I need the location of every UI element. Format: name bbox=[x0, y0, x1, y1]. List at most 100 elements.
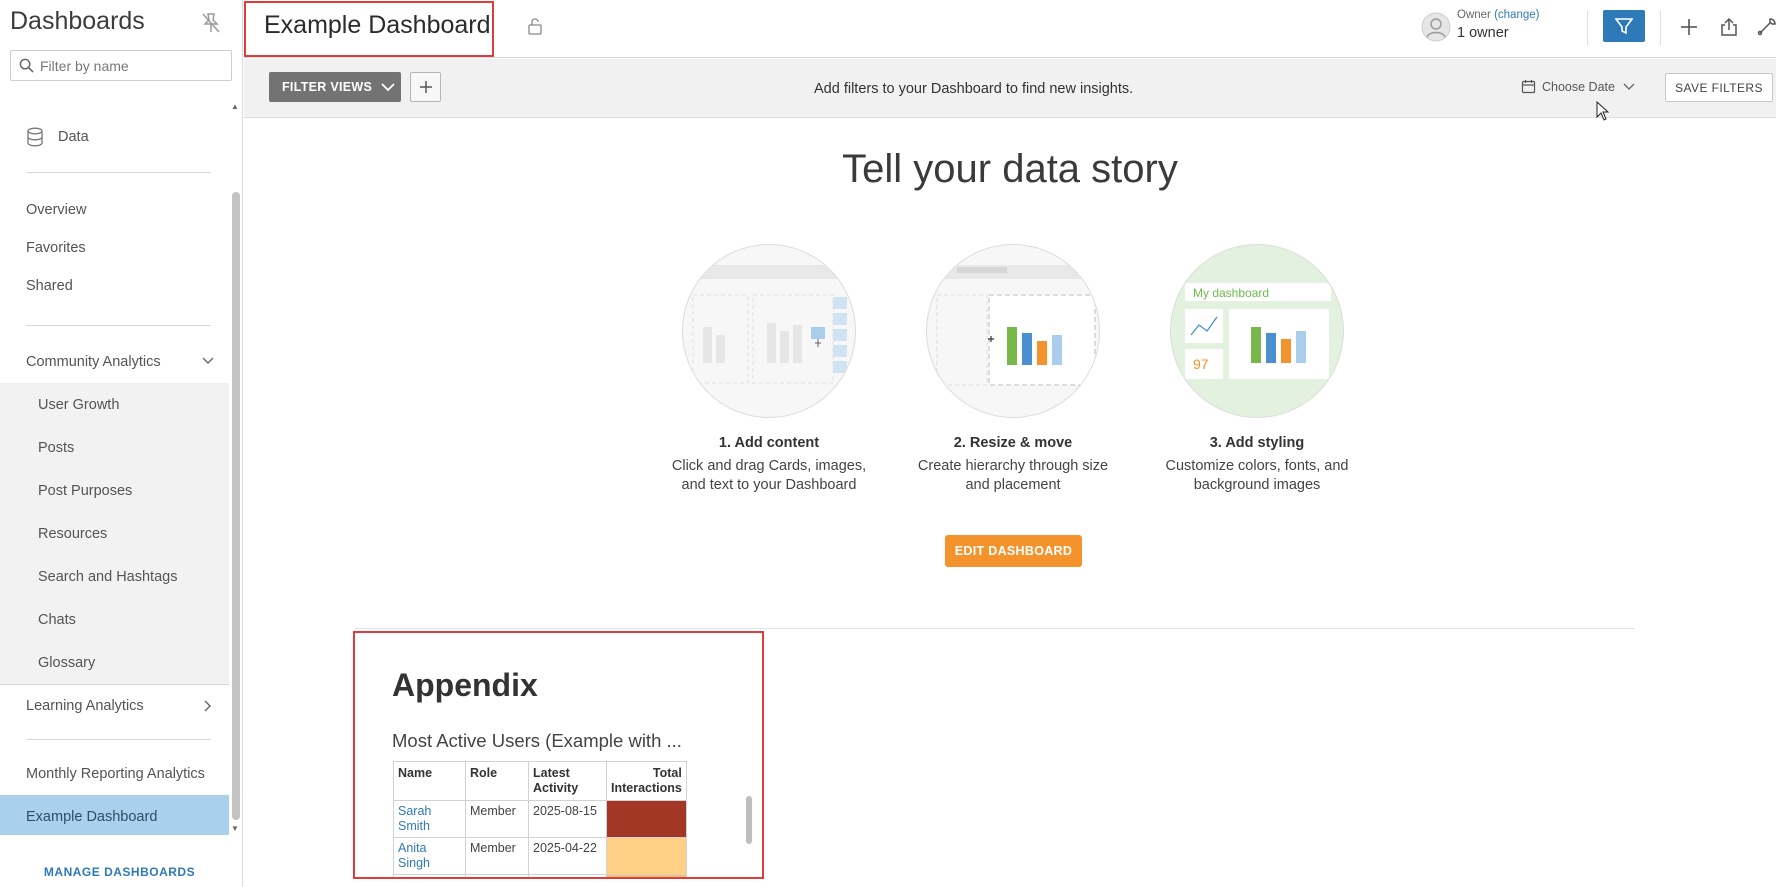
unpin-icon[interactable] bbox=[199, 11, 223, 35]
plus-icon bbox=[419, 81, 432, 93]
sidebar-item-favorites[interactable]: Favorites bbox=[0, 226, 229, 269]
step-description-line: and text to your Dashboard bbox=[681, 477, 857, 493]
most-active-users-table: Name Role Latest Activity Total Interact… bbox=[393, 761, 687, 877]
sidebar-item-search-and-hashtags[interactable]: Search and Hashtags bbox=[0, 555, 229, 598]
chevron-down-icon[interactable] bbox=[201, 354, 215, 368]
sidebar-divider bbox=[26, 325, 211, 326]
step-description-line: background images bbox=[1193, 477, 1321, 493]
chevron-right-icon[interactable] bbox=[201, 699, 215, 713]
dashboard-list: Data Overview Favorites Shared Community… bbox=[0, 100, 229, 835]
sidebar-item-example-dashboard[interactable]: Example Dashboard bbox=[0, 795, 229, 835]
edit-dashboard-button[interactable]: EDIT DASHBOARD bbox=[945, 535, 1082, 567]
sidebar-item-shared[interactable]: Shared bbox=[0, 264, 229, 307]
resize-move-illustration bbox=[926, 244, 1100, 418]
sidebar-item-chats[interactable]: Chats bbox=[0, 598, 229, 641]
column-header[interactable]: Latest Activity bbox=[528, 761, 607, 801]
scroll-up-arrow-icon[interactable]: ▲ bbox=[231, 102, 239, 111]
user-name-link[interactable]: Sarah Smith bbox=[393, 800, 466, 838]
section-divider bbox=[355, 628, 1635, 629]
step-title: 1. Add content bbox=[718, 435, 820, 451]
sidebar-item-label: Search and Hashtags bbox=[38, 568, 178, 585]
calendar-icon bbox=[1521, 80, 1536, 94]
column-header[interactable]: Role bbox=[465, 761, 529, 801]
sidebar-item-label: Posts bbox=[38, 439, 75, 456]
filter-views-button[interactable]: FILTER VIEWS bbox=[269, 72, 401, 102]
step-title: 2. Resize & move bbox=[953, 435, 1073, 451]
save-filters-button[interactable]: SAVE FILTERS bbox=[1665, 73, 1773, 102]
user-role: Member bbox=[465, 837, 529, 875]
sidebar-item-community-analytics[interactable]: Community Analytics bbox=[0, 340, 229, 383]
step-description: Click and drag Cards, images, and text t… bbox=[664, 457, 874, 495]
appendix-card[interactable]: Appendix Most Active Users (Example with… bbox=[353, 631, 764, 879]
owner-change-link[interactable]: (change) bbox=[1494, 9, 1539, 21]
card-title[interactable]: Most Active Users (Example with ... bbox=[392, 730, 682, 752]
filter-bar: FILTER VIEWS Add filters to your Dashboa… bbox=[244, 59, 1776, 118]
add-filter-button[interactable] bbox=[410, 72, 441, 102]
step-description-line: Create hierarchy through size bbox=[917, 458, 1109, 474]
total-interactions-heat-cell bbox=[606, 800, 687, 838]
chevron-down-icon bbox=[381, 83, 395, 92]
user-role: Member bbox=[465, 874, 529, 877]
page-title[interactable]: Example Dashboard bbox=[264, 11, 491, 40]
filter-funnel-icon bbox=[1614, 18, 1634, 35]
table-row[interactable]: Saul KwabboldMember2025-05-01 bbox=[393, 874, 687, 877]
step-description-line: Customize colors, fonts, and bbox=[1165, 458, 1349, 474]
sidebar-item-posts[interactable]: Posts bbox=[0, 426, 229, 469]
table-scrollbar-thumb[interactable] bbox=[746, 796, 752, 844]
filter-by-name-input[interactable] bbox=[40, 57, 220, 74]
filter-views-label: FILTER VIEWS bbox=[282, 80, 373, 94]
add-icon[interactable] bbox=[1678, 16, 1700, 38]
owner-count[interactable]: 1 owner bbox=[1457, 25, 1509, 41]
latest-activity: 2025-04-22 bbox=[528, 837, 607, 875]
sidebar-item-post-purposes[interactable]: Post Purposes bbox=[0, 469, 229, 512]
sidebar-item-resources[interactable]: Resources bbox=[0, 512, 229, 555]
sidebar-divider bbox=[26, 172, 211, 173]
my-dashboard-label: My dashboard bbox=[1193, 286, 1269, 300]
choose-date-dropdown[interactable]: Choose Date bbox=[1521, 79, 1635, 94]
column-header[interactable]: Name bbox=[393, 761, 466, 801]
sidebar-item-learning-analytics[interactable]: Learning Analytics bbox=[0, 684, 229, 727]
sidebar-item-label: Monthly Reporting Analytics bbox=[26, 765, 205, 782]
scroll-down-arrow-icon[interactable]: ▼ bbox=[231, 824, 239, 833]
owner-avatar-icon bbox=[1421, 12, 1451, 42]
column-header[interactable]: Total Interactions bbox=[606, 761, 687, 801]
table-row[interactable]: Sarah Smith Member 2025-08-15 bbox=[393, 800, 687, 838]
appendix-title: Appendix bbox=[392, 667, 538, 703]
dashboard-header: Example Dashboard Owner (change) 1 owner bbox=[244, 0, 1776, 58]
add-styling-illustration: My dashboard 97 bbox=[1170, 244, 1344, 418]
add-content-illustration bbox=[682, 244, 856, 418]
share-icon[interactable] bbox=[1718, 16, 1740, 38]
sidebar-item-monthly-reporting-analytics[interactable]: Monthly Reporting Analytics bbox=[0, 752, 229, 795]
header-divider bbox=[1587, 11, 1588, 45]
step-description: Create hierarchy through size and placem… bbox=[908, 457, 1118, 495]
user-role: Member bbox=[465, 800, 529, 838]
sidebar-item-label: Community Analytics bbox=[26, 353, 161, 370]
sidebar-divider bbox=[26, 739, 211, 740]
sidebar-item-label: Data bbox=[58, 128, 89, 145]
step-description-line: Click and drag Cards, images, bbox=[671, 458, 867, 474]
table-row[interactable]: Anita Singh Member 2025-04-22 bbox=[393, 837, 687, 875]
sidebar-item-user-growth[interactable]: User Growth bbox=[0, 383, 229, 426]
sidebar-item-label: Chats bbox=[38, 611, 76, 628]
owner-label-text: Owner bbox=[1457, 9, 1491, 21]
wrench-icon[interactable] bbox=[1756, 16, 1776, 38]
sidebar-item-data[interactable]: Data bbox=[0, 115, 229, 158]
filter-by-name-field[interactable] bbox=[10, 50, 232, 81]
sidebar-item-overview[interactable]: Overview bbox=[0, 188, 229, 231]
sidebar-item-glossary[interactable]: Glossary bbox=[0, 641, 229, 684]
step-add-styling: My dashboard 97 3. Add styling Customize… bbox=[1152, 244, 1362, 495]
latest-activity: 2025-05-01 bbox=[528, 874, 607, 877]
step-add-content: 1. Add content Click and drag Cards, ima… bbox=[664, 244, 874, 495]
manage-dashboards-link[interactable]: MANAGE DASHBOARDS bbox=[0, 865, 239, 879]
filter-button[interactable] bbox=[1603, 10, 1645, 42]
search-icon bbox=[19, 58, 34, 73]
latest-activity: 2025-08-15 bbox=[528, 800, 607, 838]
user-name-link[interactable]: Anita Singh bbox=[393, 837, 466, 875]
sidebar-item-label: Post Purposes bbox=[38, 482, 133, 499]
filter-message: Add filters to your Dashboard to find ne… bbox=[814, 81, 1134, 97]
sidebar-scrollbar-thumb[interactable] bbox=[232, 192, 240, 820]
user-name-link[interactable]: Saul Kwabbold bbox=[393, 874, 466, 877]
table-header-row: Name Role Latest Activity Total Interact… bbox=[393, 761, 687, 801]
dashboards-sidebar: Dashboards Data Overview Favorites Share… bbox=[0, 0, 243, 887]
lock-icon[interactable] bbox=[526, 17, 544, 35]
